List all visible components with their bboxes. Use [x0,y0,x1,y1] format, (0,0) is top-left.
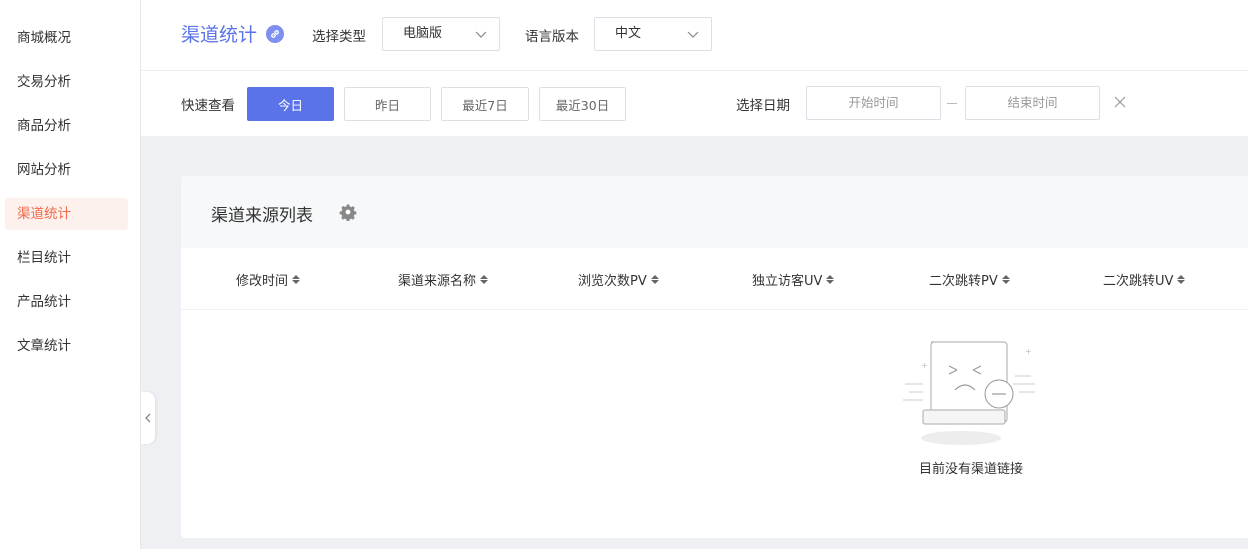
sort-icon [826,275,835,284]
column-label: 二次跳转PV [929,274,998,289]
page-title-text: 渠道统计 [181,24,258,46]
lang-label: 语言版本 [525,29,579,45]
column-label: 浏览次数PV [578,274,647,289]
sidebar-item-channel-stats[interactable]: 渠道统计 [5,198,128,230]
svg-text:+: + [1025,347,1032,356]
empty-state-text: 目前没有渠道链接 [918,462,1023,477]
card-header: 渠道来源列表 [181,176,1248,248]
column-uv[interactable]: 独立访客UV [752,270,835,289]
table-header: 修改时间 渠道来源名称 浏览次数PV 独立访客UV 二次跳转PV 二次跳转UV [181,248,1248,310]
last-30-days-button[interactable]: 最近30日 [539,87,626,121]
sort-icon [1001,275,1010,284]
last-7-days-button[interactable]: 最近7日 [441,87,529,121]
channel-list-card: 渠道来源列表 修改时间 渠道来源名称 浏览次数PV 独立访客UV 二次跳转PV … [181,176,1248,538]
date-label: 选择日期 [736,98,790,114]
today-button[interactable]: 今日 [247,87,334,121]
page-title: 渠道统计 [181,20,285,47]
start-date-input[interactable]: 开始时间 [806,86,941,120]
type-select[interactable]: 电脑版 [382,17,500,51]
sort-icon [292,275,301,284]
close-icon[interactable] [1113,95,1127,109]
column-channel-name[interactable]: 渠道来源名称 [398,270,489,289]
svg-text:+: + [921,361,928,370]
sidebar-item-goods-analysis[interactable]: 商品分析 [5,110,128,142]
sort-icon [480,275,489,284]
chevron-down-icon [687,31,699,38]
chevron-down-icon [475,31,487,38]
gear-icon[interactable] [339,203,357,221]
lang-select-value: 中文 [615,26,642,41]
type-select-value: 电脑版 [403,26,443,41]
column-modified-time[interactable]: 修改时间 [236,270,301,289]
page-header: 渠道统计 选择类型 电脑版 语言版本 中文 [141,0,1248,71]
sidebar-collapse-handle[interactable] [141,392,155,444]
column-label: 二次跳转UV [1103,274,1174,289]
column-pv[interactable]: 浏览次数PV [578,270,659,289]
column-label: 独立访客UV [752,274,823,289]
sidebar-item-trade-analysis[interactable]: 交易分析 [5,66,128,98]
sort-icon [1177,275,1186,284]
yesterday-button[interactable]: 昨日 [344,87,431,121]
quick-filter-bar: 快速查看 今日 昨日 最近7日 最近30日 选择日期 开始时间 结束时间 [141,71,1248,136]
sidebar-item-mall-overview[interactable]: 商城概况 [5,22,128,54]
column-label: 渠道来源名称 [398,274,477,289]
sidebar-item-article-stats[interactable]: 文章统计 [5,330,128,362]
sidebar-item-site-analysis[interactable]: 网站分析 [5,154,128,186]
sidebar: 商城概况 交易分析 商品分析 网站分析 渠道统计 栏目统计 产品统计 文章统计 [0,0,141,549]
card-title: 渠道来源列表 [211,206,313,226]
column-second-jump-uv[interactable]: 二次跳转UV [1103,270,1186,289]
sidebar-item-column-stats[interactable]: 栏目统计 [5,242,128,274]
empty-state-icon: + + [903,341,1035,445]
date-separator [947,103,957,104]
quick-view-label: 快速查看 [181,98,235,114]
sort-icon [650,275,659,284]
lang-select[interactable]: 中文 [594,17,712,51]
chevron-left-icon [145,413,151,423]
link-icon[interactable] [266,24,285,43]
column-label: 修改时间 [236,274,289,289]
column-second-jump-pv[interactable]: 二次跳转PV [929,270,1010,289]
sidebar-item-product-stats[interactable]: 产品统计 [5,286,128,318]
end-date-input[interactable]: 结束时间 [965,86,1100,120]
type-label: 选择类型 [312,29,366,45]
